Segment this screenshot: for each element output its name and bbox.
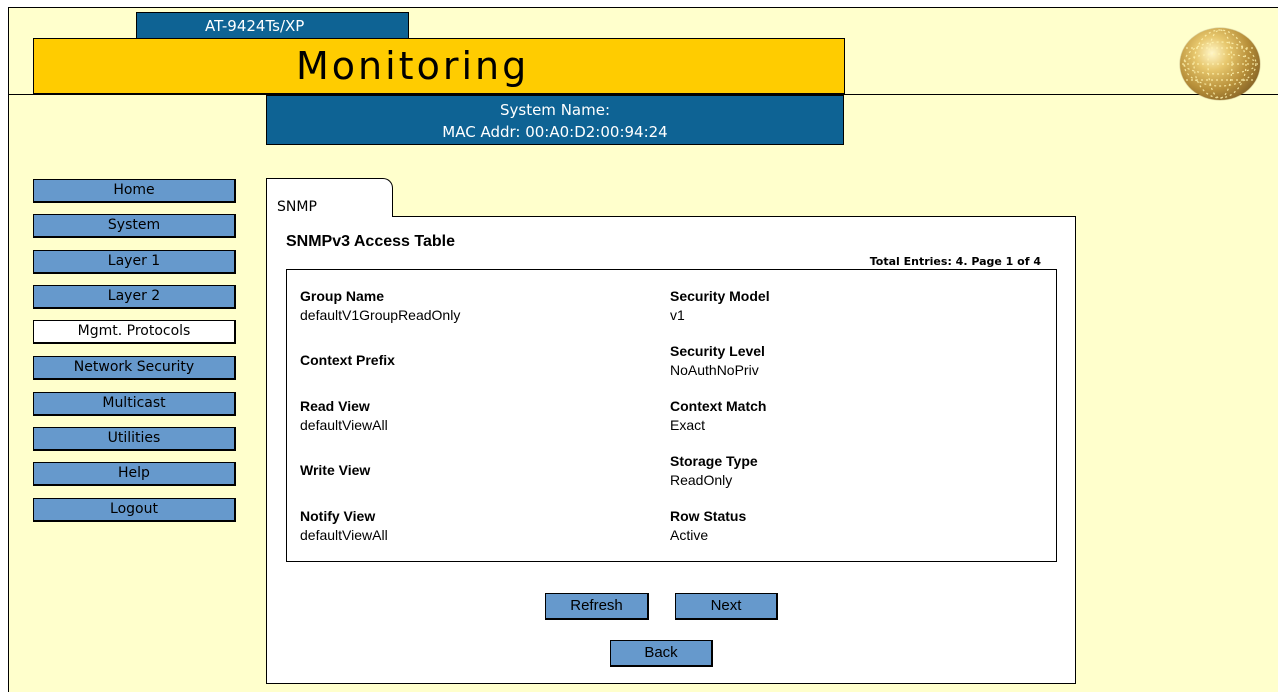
back-button[interactable]: Back: [610, 640, 713, 667]
field-value: defaultV1GroupReadOnly: [300, 307, 461, 323]
field-label: Read View: [300, 398, 370, 414]
field-label: Context Match: [670, 398, 767, 414]
field-label: Notify View: [300, 508, 376, 524]
nav-help-button[interactable]: Help: [33, 462, 236, 486]
nav-layer2-button[interactable]: Layer 2: [33, 285, 236, 309]
nav-system-button[interactable]: System: [33, 214, 236, 238]
field-value: Active: [670, 527, 709, 543]
field-context-match: Context Match Exact: [670, 397, 766, 435]
field-write-view: Write View: [300, 461, 370, 480]
field-context-prefix: Context Prefix: [300, 351, 395, 370]
field-label: Storage Type: [670, 453, 758, 469]
system-name-label: System Name:: [499, 101, 610, 119]
field-label: Write View: [300, 462, 371, 478]
field-group-name: Group Name defaultV1GroupReadOnly: [300, 287, 460, 325]
field-security-model: Security Model v1: [670, 287, 770, 325]
field-label: Context Prefix: [300, 352, 395, 368]
page-title: Monitoring: [296, 44, 530, 88]
system-info-box: System Name: MAC Addr: 00:A0:D2:00:94:24: [266, 95, 844, 145]
nav-utilities-button[interactable]: Utilities: [33, 427, 236, 451]
field-read-view: Read View defaultViewAll: [300, 397, 388, 435]
field-security-level: Security Level NoAuthNoPriv: [670, 342, 765, 380]
mac-address-label: MAC Addr: 00:A0:D2:00:94:24: [442, 123, 668, 141]
tab-snmp[interactable]: SNMP: [266, 178, 393, 217]
globe-logo-icon: [1180, 28, 1260, 100]
field-value: NoAuthNoPriv: [670, 362, 759, 378]
nav-logout-button[interactable]: Logout: [33, 498, 236, 522]
nav-mgmt-protocols-button[interactable]: Mgmt. Protocols: [33, 320, 236, 344]
field-label: Security Model: [670, 288, 770, 304]
nav-multicast-button[interactable]: Multicast: [33, 392, 236, 416]
table-title: SNMPv3 Access Table: [286, 233, 455, 250]
field-value: ReadOnly: [670, 472, 733, 488]
field-storage-type: Storage Type ReadOnly: [670, 452, 758, 490]
nav-layer1-button[interactable]: Layer 1: [33, 250, 236, 274]
refresh-button[interactable]: Refresh: [545, 593, 649, 620]
field-row-status: Row Status Active: [670, 507, 746, 545]
field-label: Group Name: [300, 288, 385, 304]
model-label: AT-9424Ts/XP: [136, 12, 409, 38]
field-value: defaultViewAll: [300, 527, 388, 543]
nav-network-security-button[interactable]: Network Security: [33, 356, 236, 380]
field-label: Row Status: [670, 508, 747, 524]
field-value: Exact: [670, 417, 706, 433]
total-entries-label: Total Entries: 4. Page 1 of 4: [869, 255, 1041, 268]
field-value: v1: [670, 307, 685, 323]
nav-home-button[interactable]: Home: [33, 179, 236, 203]
field-notify-view: Notify View defaultViewAll: [300, 507, 388, 545]
field-label: Security Level: [670, 343, 765, 359]
field-value: defaultViewAll: [300, 417, 388, 433]
next-button[interactable]: Next: [675, 593, 778, 620]
